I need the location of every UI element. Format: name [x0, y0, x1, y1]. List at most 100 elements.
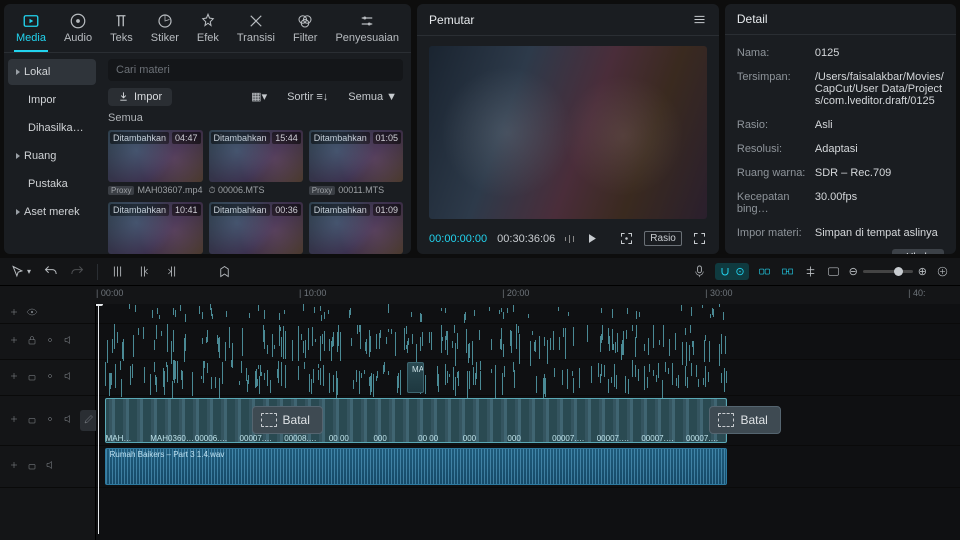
- track-visibility-icon[interactable]: [44, 413, 56, 428]
- track-lock-icon[interactable]: [26, 370, 38, 385]
- audio-meter-icon: [565, 233, 574, 244]
- play-button[interactable]: [584, 231, 599, 246]
- filter-button[interactable]: Semua ▼: [342, 87, 403, 106]
- magnet-toggle[interactable]: ⊙: [715, 263, 748, 280]
- split-right-tool[interactable]: [164, 264, 179, 279]
- detail-row: Nama:0125: [737, 41, 944, 65]
- tab-filter[interactable]: Filter: [291, 10, 319, 52]
- detail-row: Impor materi:Simpan di tempat aslinya: [737, 221, 944, 245]
- track-mute-icon[interactable]: [44, 459, 56, 474]
- split-left-tool[interactable]: [137, 264, 152, 279]
- detail-row: Tersimpan:/Users/faisalakbar/Movies/CapC…: [737, 65, 944, 113]
- library-main: Cari materi Impor ▦▾ Sortir ≡↓ Semua ▼ S…: [100, 53, 411, 254]
- marker-track[interactable]: [96, 304, 960, 324]
- track-mute-icon[interactable]: [62, 334, 74, 349]
- clip-thumb[interactable]: Ditambahkan10:41: [108, 202, 203, 254]
- fullscreen-icon[interactable]: [692, 231, 707, 246]
- clip-thumb[interactable]: Ditambahkan15:44⏱ 00006.MTS: [209, 130, 303, 196]
- track-visibility-icon[interactable]: [44, 334, 56, 349]
- sidebar-item-pustaka[interactable]: Pustaka: [8, 171, 96, 197]
- chevron-right-icon: [16, 209, 20, 215]
- sidebar-item-ruang[interactable]: Ruang: [8, 143, 96, 169]
- track-add-icon[interactable]: [8, 306, 20, 321]
- tab-adjust[interactable]: Penyesuaian: [333, 10, 401, 52]
- text-icon: [112, 12, 130, 30]
- link-toggle[interactable]: [757, 264, 772, 279]
- zoom-slider[interactable]: [863, 270, 913, 273]
- clip-thumb[interactable]: Ditambahkan01:09: [309, 202, 403, 254]
- video-track-2[interactable]: MA: [96, 360, 960, 396]
- view-mode-button[interactable]: ▦▾: [245, 87, 273, 106]
- track-visibility-icon[interactable]: [44, 370, 56, 385]
- transition-icon: [247, 12, 265, 30]
- pointer-tool[interactable]: ▾: [10, 264, 31, 279]
- marker-tool[interactable]: [217, 264, 232, 279]
- track-add-icon[interactable]: [8, 413, 20, 428]
- track-lock-icon[interactable]: [26, 334, 38, 349]
- track-headers: [0, 304, 96, 540]
- track-add-icon[interactable]: [8, 370, 20, 385]
- track-mute-icon[interactable]: [62, 370, 74, 385]
- clip-grid: Ditambahkan04:47ProxyMAH03607.mp4Ditamba…: [108, 130, 403, 254]
- detail-row: Resolusi:Adaptasi: [737, 137, 944, 161]
- tab-sticker[interactable]: Stiker: [149, 10, 181, 52]
- playhead[interactable]: [98, 304, 99, 534]
- timecode-current: 00:00:00:00: [429, 233, 487, 245]
- player-panel: Pemutar 00:00:00:00 00:30:36:06 Rasio: [417, 4, 719, 254]
- tab-media[interactable]: Media: [14, 10, 48, 52]
- track-lock-icon[interactable]: [26, 413, 38, 428]
- search-input[interactable]: Cari materi: [108, 59, 403, 81]
- audio-icon: [69, 12, 87, 30]
- zoom-control[interactable]: ⊖ ⊕: [849, 265, 927, 278]
- detail-row: Kecepatan bing…30.00fps: [737, 185, 944, 221]
- main-tabs: Media Audio Teks Stiker Efek: [4, 4, 411, 53]
- batal-button-2[interactable]: Batal: [709, 406, 780, 434]
- focus-icon[interactable]: [619, 231, 634, 246]
- zoom-fit-icon[interactable]: [935, 264, 950, 279]
- detail-title: Detail: [737, 12, 768, 26]
- change-button[interactable]: Ubah: [892, 249, 944, 254]
- clip-thumb[interactable]: Ditambahkan01:05Proxy00011.MTS: [309, 130, 403, 196]
- sidebar-item-lokal[interactable]: Lokal: [8, 59, 96, 85]
- chevron-right-icon: [16, 69, 20, 75]
- undo-button[interactable]: [43, 264, 58, 279]
- preview-viewport[interactable]: [429, 46, 707, 219]
- track-visibility-icon[interactable]: [26, 306, 38, 321]
- tab-audio[interactable]: Audio: [62, 10, 94, 52]
- section-label: Semua: [108, 112, 403, 124]
- mic-button[interactable]: [692, 264, 707, 279]
- batal-button-1[interactable]: Batal: [252, 406, 323, 434]
- detail-row: Rasio:Asli: [737, 113, 944, 137]
- split-tool[interactable]: [110, 264, 125, 279]
- main-video-track[interactable]: MAH…MAH0360…00006.…00007.…00008.…00 0000…: [96, 396, 960, 446]
- tab-effect[interactable]: Efek: [195, 10, 221, 52]
- redo-button[interactable]: [70, 264, 85, 279]
- zoom-out-icon[interactable]: ⊖: [849, 265, 858, 278]
- video-track-3[interactable]: [96, 324, 960, 360]
- ratio-button[interactable]: Rasio: [644, 231, 682, 246]
- import-button[interactable]: Impor: [108, 88, 172, 106]
- clip-thumb[interactable]: Ditambahkan04:47ProxyMAH03607.mp4: [108, 130, 203, 196]
- tab-transition[interactable]: Transisi: [235, 10, 277, 52]
- sidebar-item-aset[interactable]: Aset merek: [8, 199, 96, 225]
- sidebar-item-generated[interactable]: Dihasilkan …: [8, 115, 96, 141]
- tab-text[interactable]: Teks: [108, 10, 135, 52]
- zoom-in-icon[interactable]: ⊕: [918, 265, 927, 278]
- track-add-icon[interactable]: [8, 334, 20, 349]
- sort-button[interactable]: Sortir ≡↓: [281, 87, 334, 106]
- preview-toggle[interactable]: [826, 264, 841, 279]
- track-add-icon[interactable]: [8, 459, 20, 474]
- audio-track[interactable]: Rumah Baikers – Part 3 1.4.wav: [96, 446, 960, 488]
- library-panel: Media Audio Teks Stiker Efek: [4, 4, 411, 254]
- track-mute-icon[interactable]: [62, 413, 74, 428]
- track-lock-icon[interactable]: [26, 459, 38, 474]
- snap-toggle[interactable]: [780, 264, 795, 279]
- timeline-ruler[interactable]: | 00:00| 10:00| 20:00| 30:00| 40:: [96, 286, 960, 304]
- adjust-icon: [358, 12, 376, 30]
- align-button[interactable]: [803, 264, 818, 279]
- filter-icon: [296, 12, 314, 30]
- clip-thumb[interactable]: Ditambahkan00:36: [209, 202, 303, 254]
- player-menu-icon[interactable]: [692, 12, 707, 27]
- tracks-body[interactable]: MA MAH…MAH0360…00006.…00007.…00008.…00 0…: [96, 304, 960, 540]
- sidebar-item-impor[interactable]: Impor: [8, 87, 96, 113]
